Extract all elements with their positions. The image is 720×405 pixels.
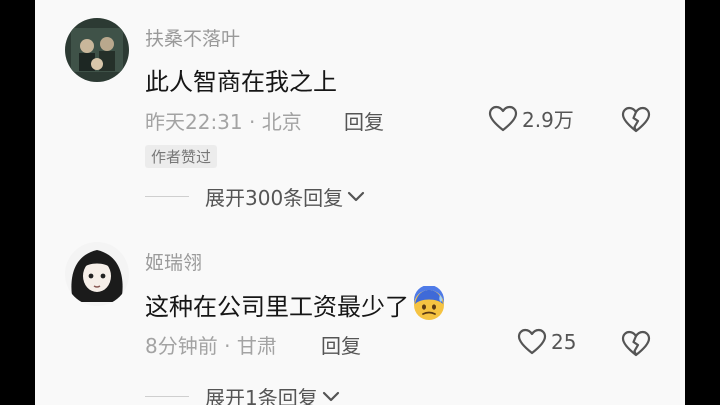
author-liked-badge: 作者赞过 [145, 145, 218, 168]
expand-replies-button[interactable]: 展开300条回复 [145, 182, 365, 211]
reply-button[interactable]: 回复 [321, 330, 361, 359]
divider-line [145, 196, 189, 197]
comment-text: 这种在公司里工资最少了 [145, 286, 447, 322]
divider-line [145, 396, 189, 397]
comment-text-body: 此人智商在我之上 [145, 68, 337, 96]
anime-girl-avatar-icon [65, 242, 129, 306]
like-button[interactable]: 25 [517, 328, 576, 356]
chevron-down-icon [348, 191, 365, 201]
like-count: 25 [551, 330, 577, 354]
comment-meta: 昨天22:31 · 北京 [145, 106, 302, 135]
comment-time: 昨天22:31 [145, 110, 243, 134]
comment-text-body: 这种在公司里工资最少了 [145, 292, 409, 321]
sweating-face-emoji-icon [414, 286, 444, 320]
comment-time: 8分钟前 [145, 334, 218, 358]
like-button[interactable]: 2.9万 [488, 104, 574, 133]
broken-heart-icon [621, 330, 651, 357]
expand-replies-label: 展开1条回复 [205, 386, 318, 405]
avatar[interactable] [65, 18, 129, 82]
broken-heart-icon [621, 106, 651, 133]
expand-replies-button[interactable]: 展开1条回复 [145, 382, 340, 405]
comment-panel: 扶桑不落叶 此人智商在我之上 昨天22:31 · 北京 回复 2.9万 作者赞过… [35, 0, 685, 405]
reply-button[interactable]: 回复 [344, 106, 384, 135]
expand-replies-label: 展开300条回复 [205, 186, 344, 210]
username[interactable]: 扶桑不落叶 [145, 24, 240, 51]
comment-location: 甘肃 [236, 334, 277, 358]
heart-outline-icon [488, 105, 518, 131]
avatar[interactable] [65, 242, 129, 306]
dislike-button[interactable] [621, 330, 651, 362]
like-count: 2.9万 [522, 108, 574, 132]
comment-text: 此人智商在我之上 [145, 62, 337, 97]
group-photo-avatar-icon [65, 18, 129, 82]
meta-separator: · [224, 334, 231, 358]
meta-separator: · [249, 110, 256, 134]
comment-meta: 8分钟前 · 甘肃 [145, 330, 277, 359]
username[interactable]: 姬瑞翎 [145, 248, 202, 275]
chevron-down-icon [322, 391, 339, 401]
dislike-button[interactable] [621, 106, 651, 138]
heart-outline-icon [517, 328, 547, 355]
comment-location: 北京 [261, 110, 302, 134]
